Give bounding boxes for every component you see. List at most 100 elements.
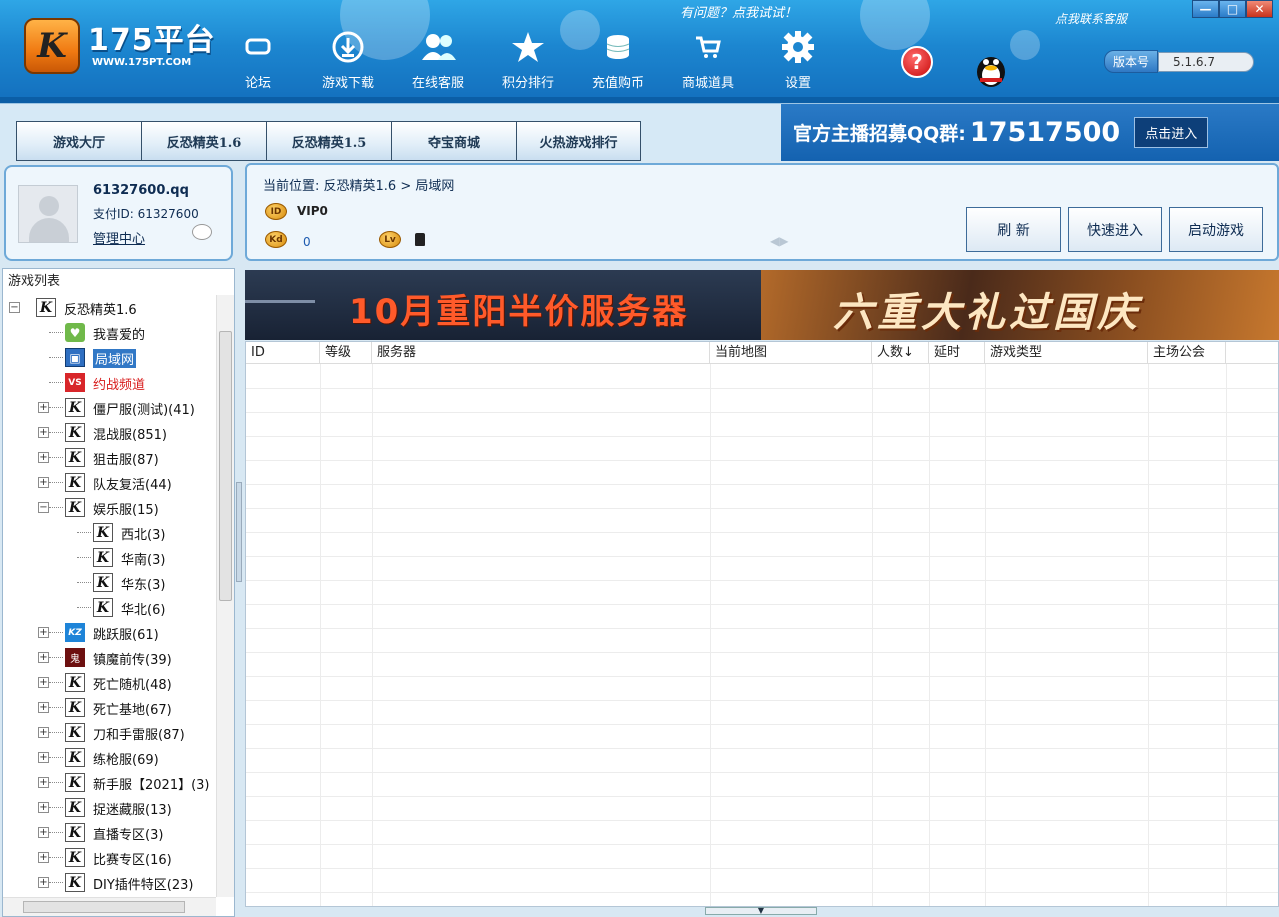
- ad-banner[interactable]: 10月重阳半价服务器 六重大礼过国庆: [245, 270, 1279, 340]
- tree-node[interactable]: K 华东(3): [3, 570, 216, 595]
- tree-node[interactable]: − K 反恐精英1.6: [3, 295, 216, 320]
- tree-node[interactable]: + K 练枪服(69): [3, 745, 216, 770]
- tree-node[interactable]: K 华北(6): [3, 595, 216, 620]
- tree-node[interactable]: + K 队友复活(44): [3, 470, 216, 495]
- tree-node[interactable]: ♥ 我喜爱的: [3, 320, 216, 345]
- panel-splitter[interactable]: [236, 482, 242, 582]
- quick-enter-button[interactable]: 快速进入: [1068, 207, 1162, 252]
- tree-node[interactable]: + KZ 跳跃服(61): [3, 620, 216, 645]
- tree-scroll-thumb[interactable]: [219, 331, 232, 601]
- table-grid-line: [1148, 364, 1149, 906]
- tree-toggle-expand[interactable]: +: [38, 802, 49, 813]
- table-grid-line: [929, 364, 930, 906]
- cs-game-icon: K: [65, 823, 85, 842]
- nav-download[interactable]: 游戏下载: [308, 30, 388, 91]
- col-map[interactable]: 当前地图: [710, 342, 872, 364]
- nav-recharge[interactable]: 充值购币: [578, 30, 658, 91]
- tab-cs15[interactable]: 反恐精英1.5: [266, 121, 391, 161]
- tree-toggle-expand[interactable]: +: [38, 827, 49, 838]
- tree-toggle-expand[interactable]: +: [38, 402, 49, 413]
- ad-banner-left[interactable]: 10月重阳半价服务器: [245, 270, 761, 340]
- nav-service[interactable]: 在线客服: [398, 30, 478, 91]
- nav-forum[interactable]: 论坛: [218, 30, 298, 91]
- tree-node-label: 约战频道: [93, 378, 146, 393]
- tab-treasure-shop[interactable]: 夺宝商城: [391, 121, 516, 161]
- version-label: 版本号: [1104, 50, 1159, 73]
- col-game-type[interactable]: 游戏类型: [985, 342, 1148, 364]
- tree-toggle-expand[interactable]: +: [38, 452, 49, 463]
- col-latency[interactable]: 延时: [929, 342, 985, 364]
- qq-penguin-icon[interactable]: [972, 48, 1010, 88]
- refresh-button[interactable]: 刷 新: [966, 207, 1061, 252]
- tab-cs16[interactable]: 反恐精英1.6: [141, 121, 266, 161]
- versus-icon: VS: [65, 373, 85, 392]
- nav-settings[interactable]: 设置: [758, 30, 838, 91]
- tree-toggle-expand[interactable]: +: [38, 477, 49, 488]
- tree-node[interactable]: + K DIY插件特区(23): [3, 870, 216, 895]
- col-level[interactable]: 等级: [320, 342, 372, 364]
- close-button[interactable]: ✕: [1246, 0, 1273, 18]
- manage-center-link[interactable]: 管理中心: [93, 228, 145, 247]
- nav-ranking[interactable]: 积分排行: [488, 30, 568, 91]
- tree-toggle-expand[interactable]: +: [38, 727, 49, 738]
- tree-node[interactable]: K 西北(3): [3, 520, 216, 545]
- tree-toggle-expand[interactable]: +: [38, 752, 49, 763]
- tree-node-label: 队友复活(44): [93, 478, 172, 493]
- col-home-guild[interactable]: 主场公会: [1148, 342, 1226, 364]
- tree-toggle-collapse[interactable]: −: [38, 502, 49, 513]
- tree-toggle-expand[interactable]: +: [38, 627, 49, 638]
- tree-toggle-expand[interactable]: +: [38, 652, 49, 663]
- tree-vertical-scrollbar[interactable]: [216, 295, 234, 897]
- tree-toggle-collapse[interactable]: −: [9, 302, 20, 313]
- tree-node[interactable]: + K 刀和手雷服(87): [3, 720, 216, 745]
- tree-toggle-expand[interactable]: +: [38, 702, 49, 713]
- tree-toggle-expand[interactable]: +: [38, 852, 49, 863]
- tree-node[interactable]: + K 捉迷藏服(13): [3, 795, 216, 820]
- table-row: [246, 868, 1278, 869]
- tab-hot-games[interactable]: 火热游戏排行: [516, 121, 641, 161]
- help-icon[interactable]: ?: [901, 46, 933, 78]
- app-header: K 175平台 WWW.175PT.COM 论坛 游戏下载 在线客服 积分排行 …: [0, 0, 1279, 103]
- tree-toggle-expand[interactable]: +: [38, 677, 49, 688]
- tree-horizontal-scrollbar[interactable]: [3, 897, 216, 916]
- col-players[interactable]: 人数↓: [872, 342, 929, 364]
- tree-node-label: 镇魔前传(39): [93, 653, 172, 668]
- tab-lobby[interactable]: 游戏大厅: [16, 121, 141, 161]
- tree-hscroll-thumb[interactable]: [23, 901, 185, 913]
- game-list-title: 游戏列表: [3, 269, 234, 295]
- tree-toggle-expand[interactable]: +: [38, 777, 49, 788]
- ad-banner-right[interactable]: 六重大礼过国庆: [761, 270, 1279, 340]
- app-logo: K 175平台 WWW.175PT.COM: [24, 18, 216, 74]
- tree-node[interactable]: − K 娱乐服(15): [3, 495, 216, 520]
- arrows-icon[interactable]: ◀▶: [770, 234, 788, 248]
- tree-node[interactable]: + K 死亡随机(48): [3, 670, 216, 695]
- tree-toggle-expand[interactable]: +: [38, 427, 49, 438]
- maximize-button[interactable]: □: [1219, 0, 1246, 18]
- table-row: [246, 844, 1278, 845]
- tab-bar: 游戏大厅 反恐精英1.6 反恐精英1.5 夺宝商城 火热游戏排行 官方主播招募Q…: [0, 103, 1279, 161]
- cs-game-icon: K: [36, 298, 56, 317]
- tree-node[interactable]: ▣ 局域网: [3, 345, 216, 370]
- tree-node[interactable]: + K 死亡基地(67): [3, 695, 216, 720]
- nav-shop[interactable]: 商城道具: [668, 30, 748, 91]
- tree-node-label: 局域网: [93, 349, 137, 368]
- tree-toggle-expand[interactable]: +: [38, 877, 49, 888]
- tree-node[interactable]: + K 混战服(851): [3, 420, 216, 445]
- start-game-button[interactable]: 启动游戏: [1169, 207, 1263, 252]
- tree-node[interactable]: + K 新手服【2021】(3): [3, 770, 216, 795]
- tree-node[interactable]: + 鬼镇魔前传(39): [3, 645, 216, 670]
- tree-node[interactable]: + K 直播专区(3): [3, 820, 216, 845]
- tree-node[interactable]: + K 比赛专区(16): [3, 845, 216, 870]
- minimize-button[interactable]: —: [1192, 0, 1219, 18]
- bottom-resize-grip[interactable]: ▼: [705, 907, 817, 915]
- tree-node[interactable]: K 华南(3): [3, 545, 216, 570]
- tree-node[interactable]: + K 僵尸服(测试)(41): [3, 395, 216, 420]
- promo-enter-button[interactable]: 点击进入: [1134, 117, 1209, 148]
- tree-node[interactable]: + K 狙击服(87): [3, 445, 216, 470]
- chat-bubble-icon[interactable]: [192, 224, 212, 240]
- avatar[interactable]: [18, 185, 78, 243]
- table-row: [246, 676, 1278, 677]
- col-server[interactable]: 服务器: [372, 342, 710, 364]
- tree-node[interactable]: VS 约战频道: [3, 370, 216, 395]
- col-id[interactable]: ID: [246, 342, 320, 364]
